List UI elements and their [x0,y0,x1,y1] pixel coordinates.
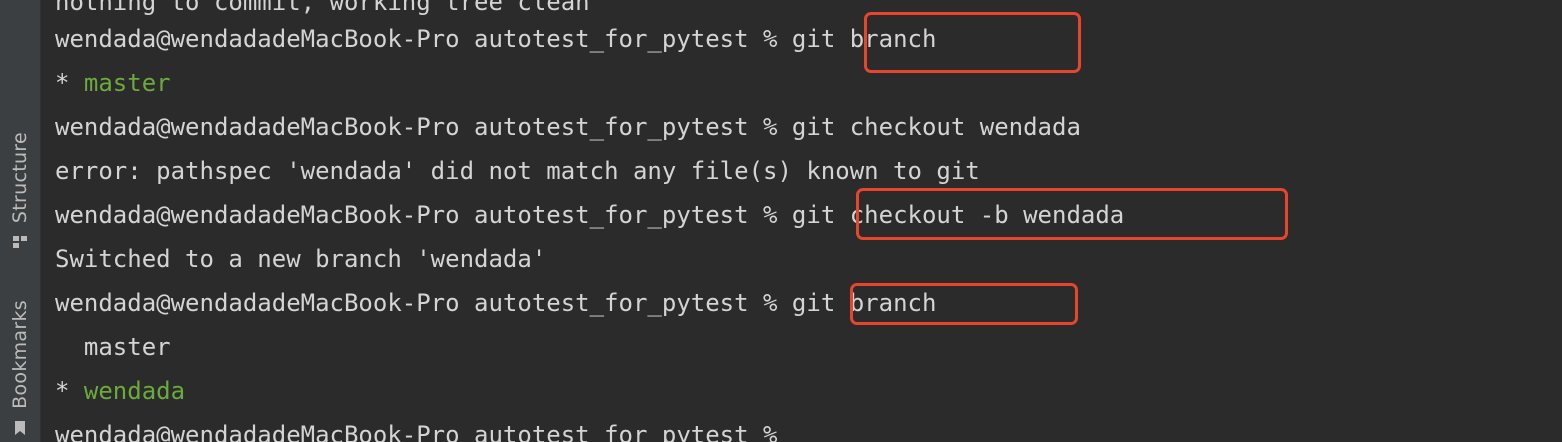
annotation-box-git-branch-2 [850,283,1078,325]
structure-icon [13,236,27,249]
annotation-box-git-checkout-b [856,188,1288,240]
terminal-output[interactable]: nothing to commit, working tree clean we… [41,0,1562,442]
output-text: Switched to a new branch 'wendada' [55,245,547,273]
bookmark-icon [15,420,25,435]
terminal-line: wendada@wendadadeMacBook-Pro autotest_fo… [55,420,792,442]
terminal-line: wendada@wendadadeMacBook-Pro autotest_fo… [55,112,1081,142]
shell-prompt: wendada@wendadadeMacBook-Pro autotest_fo… [55,113,792,141]
terminal-line: * master [55,68,171,98]
sidebar-tab-structure[interactable]: Structure [0,132,40,251]
shell-prompt: wendada@wendadadeMacBook-Pro autotest_fo… [55,25,792,53]
output-text: nothing to commit, working tree clean [55,0,590,16]
current-branch-name: wendada [83,377,186,405]
current-branch-marker: * [55,69,84,97]
sidebar-tab-structure-label: Structure [8,132,31,224]
annotation-box-git-branch [864,12,1081,73]
terminal-line: Switched to a new branch 'wendada' [55,244,546,274]
terminal-line: wendada@wendadadeMacBook-Pro autotest_fo… [55,24,936,54]
sidebar-tab-bookmarks[interactable]: Bookmarks [0,300,40,437]
terminal-line: * wendada [55,376,185,406]
current-branch-marker: * [55,377,84,405]
shell-prompt: wendada@wendadadeMacBook-Pro autotest_fo… [55,421,792,442]
tool-window-strip: Structure Bookmarks [0,0,41,442]
shell-prompt: wendada@wendadadeMacBook-Pro autotest_fo… [55,289,792,317]
terminal-line: error: pathspec 'wendada' did not match … [55,156,980,186]
shell-prompt: wendada@wendadadeMacBook-Pro autotest_fo… [55,201,792,229]
terminal-line: wendada@wendadadeMacBook-Pro autotest_fo… [55,288,936,318]
command-text: git checkout wendada [791,113,1081,141]
ide-window: Structure Bookmarks nothing to commit, w… [0,0,1562,442]
current-branch-name: master [83,69,171,97]
sidebar-tab-bookmarks-label: Bookmarks [8,300,31,409]
terminal-line: master [55,332,171,362]
terminal-line: nothing to commit, working tree clean [55,0,590,17]
branch-name: master [55,333,171,361]
error-text: error: pathspec 'wendada' did not match … [55,157,980,185]
